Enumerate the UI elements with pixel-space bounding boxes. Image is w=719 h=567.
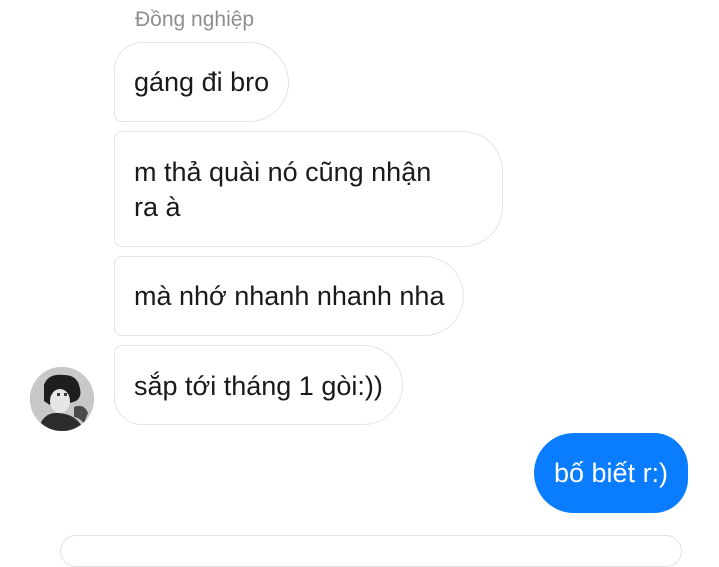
incoming-message[interactable]: gáng đi bro xyxy=(114,42,290,122)
incoming-message[interactable]: m thả quài nó cũng nhận ra à xyxy=(114,131,503,247)
incoming-message[interactable]: mà nhớ nhanh nhanh nha xyxy=(114,256,465,336)
message-composer-edge[interactable] xyxy=(60,535,682,567)
incoming-message[interactable]: sắp tới tháng 1 gòi:)) xyxy=(114,345,403,425)
avatar-photo-icon xyxy=(30,367,94,431)
sender-name: Đồng nghiệp xyxy=(135,8,255,31)
outgoing-message[interactable]: bố biết r:) xyxy=(534,433,689,513)
contact-avatar-icon[interactable] xyxy=(30,367,94,431)
